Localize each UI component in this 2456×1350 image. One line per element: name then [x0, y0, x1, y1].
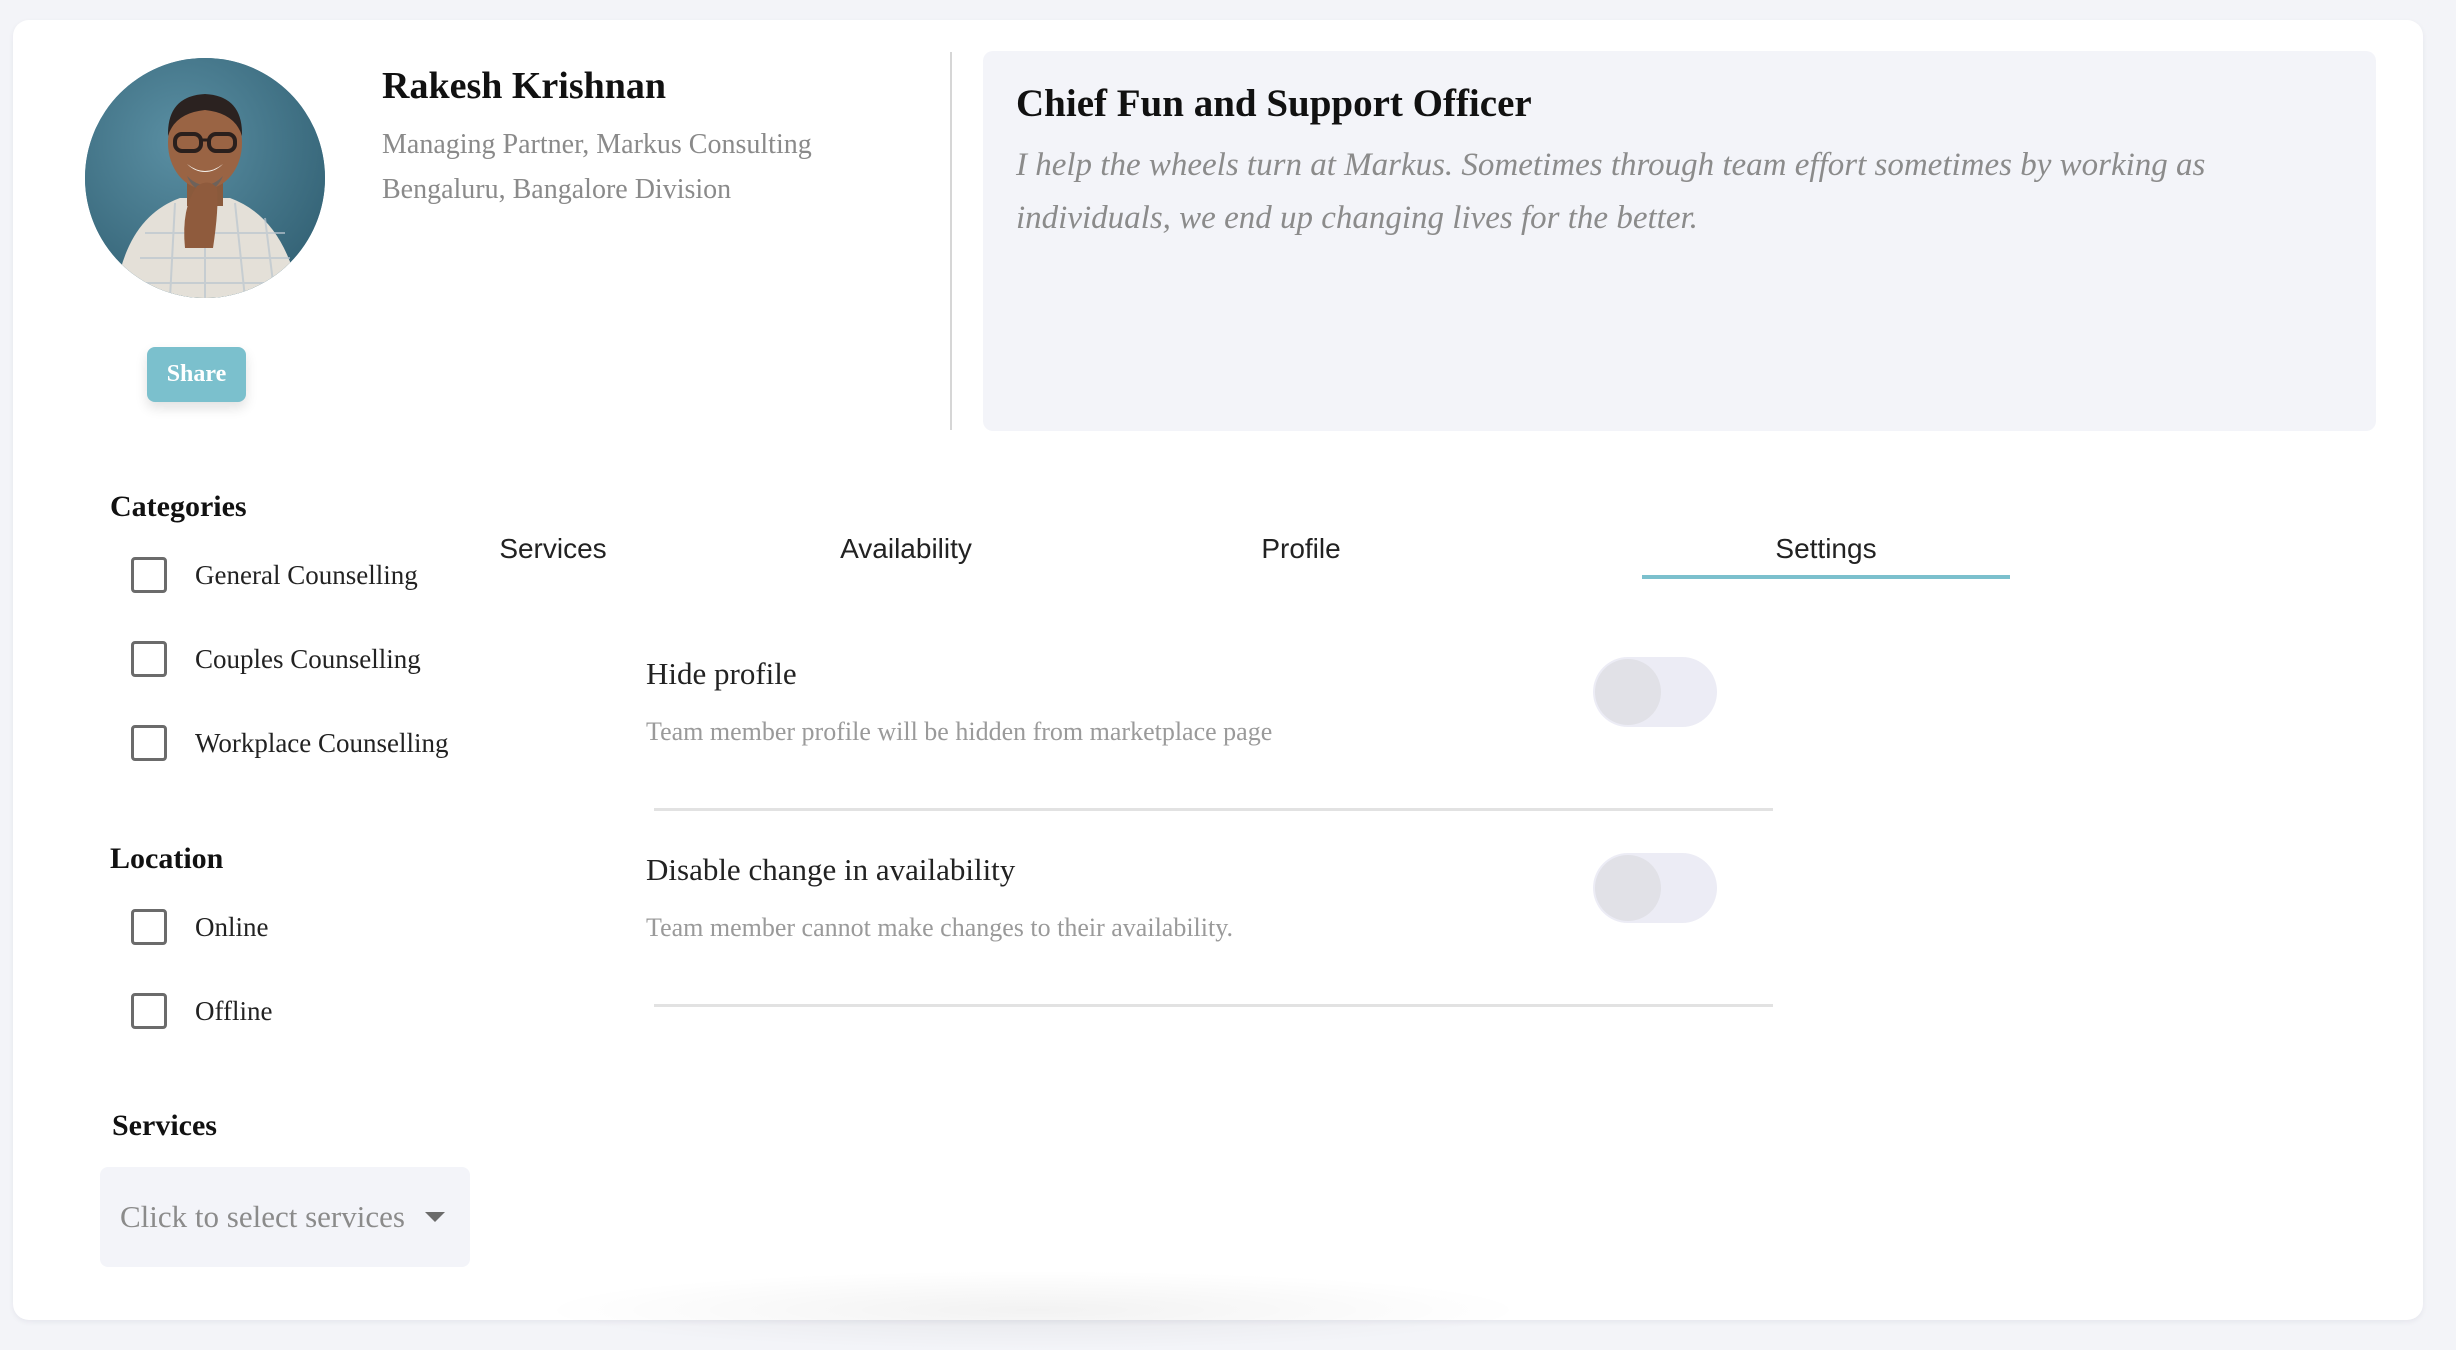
checkbox[interactable]	[131, 993, 167, 1029]
tab-label: Services	[499, 533, 607, 564]
setting-disable-availability-label: Disable change in availability	[646, 852, 1016, 887]
profile-card: Rakesh Krishnan Managing Partner, Markus…	[13, 20, 2423, 1350]
category-option-workplace[interactable]: Workplace Counselling	[131, 725, 449, 761]
tab-label: Settings	[1775, 533, 1877, 564]
settings-divider	[654, 808, 1773, 811]
setting-disable-availability-description: Team member cannot make changes to their…	[646, 913, 1234, 942]
hide-profile-toggle[interactable]	[1593, 657, 1717, 727]
share-button[interactable]: Share	[147, 347, 246, 402]
checkbox-label: Workplace Counselling	[195, 727, 449, 758]
services-select-placeholder: Click to select services	[120, 1199, 405, 1234]
avatar	[85, 58, 325, 298]
profile-role: Managing Partner, Markus Consulting	[382, 129, 812, 160]
bio-panel: Chief Fun and Support Officer I help the…	[983, 51, 2376, 431]
checkbox-label: Couples Counselling	[195, 643, 421, 674]
toggle-knob	[1595, 855, 1661, 921]
bio-text: I help the wheels turn at Markus. Someti…	[1016, 147, 2206, 236]
checkbox[interactable]	[131, 557, 167, 593]
setting-hide-profile-description: Team member profile will be hidden from …	[646, 717, 1273, 746]
category-option-couples[interactable]: Couples Counselling	[131, 641, 421, 677]
caret-down-icon	[424, 1212, 445, 1222]
disable-availability-toggle[interactable]	[1593, 853, 1717, 923]
checkbox-label: Online	[195, 911, 269, 942]
tab-profile[interactable]: Profile	[1117, 525, 1485, 595]
toggle-knob	[1595, 659, 1661, 725]
settings-divider	[654, 1004, 1773, 1007]
checkbox[interactable]	[131, 909, 167, 945]
checkbox-label: Offline	[195, 995, 273, 1026]
checkbox[interactable]	[131, 641, 167, 677]
tab-label: Availability	[840, 533, 972, 564]
bio-title: Chief Fun and Support Officer	[1016, 82, 1532, 125]
tab-services[interactable]: Services	[369, 525, 737, 595]
avatar-photo-icon	[85, 58, 325, 298]
active-tab-indicator	[1642, 575, 2010, 579]
setting-hide-profile-label: Hide profile	[646, 656, 797, 691]
checkbox[interactable]	[131, 725, 167, 761]
tab-settings[interactable]: Settings	[1642, 525, 2010, 595]
location-heading: Location	[110, 842, 224, 875]
profile-location: Bengaluru, Bangalore Division	[382, 174, 732, 205]
location-option-offline[interactable]: Offline	[131, 993, 272, 1029]
profile-subtitle: Managing Partner, Markus Consulting Beng…	[382, 122, 812, 212]
categories-heading: Categories	[110, 490, 247, 523]
lower-card-shadow	[533, 1270, 1533, 1350]
header-divider	[950, 52, 952, 430]
tab-label: Profile	[1261, 533, 1341, 564]
services-select[interactable]: Click to select services	[100, 1167, 470, 1267]
services-heading: Services	[112, 1109, 217, 1142]
tab-availability[interactable]: Availability	[722, 525, 1090, 595]
profile-name: Rakesh Krishnan	[382, 65, 667, 107]
location-option-online[interactable]: Online	[131, 909, 269, 945]
